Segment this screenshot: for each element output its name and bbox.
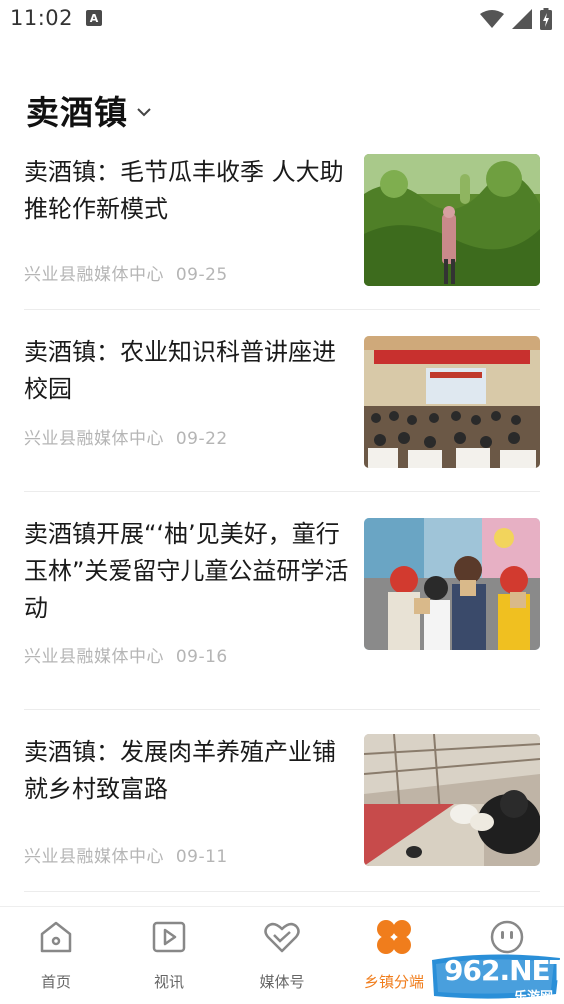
news-item[interactable]: 卖酒镇：农业知识科普讲座进校园 兴业县融媒体中心 09-22	[0, 310, 564, 492]
nav-home[interactable]: 首页	[6, 917, 106, 997]
status-time: 11:02	[10, 6, 74, 30]
nav-label: 媒体号	[259, 973, 305, 991]
battery-icon	[540, 8, 552, 30]
nav-label: 首页	[40, 973, 71, 991]
news-title: 卖酒镇：发展肉羊养殖产业铺就乡村致富路	[24, 738, 336, 803]
watermark-sub: 乐游网	[514, 990, 554, 1004]
status-bar: 11:02 A	[0, 0, 564, 40]
wifi-icon	[480, 10, 504, 28]
news-title: 卖酒镇：毛节瓜丰收季 人大助推轮作新模式	[24, 158, 344, 223]
news-date: 09-16	[175, 647, 228, 667]
news-date: 09-11	[175, 847, 228, 867]
news-source: 兴业县融媒体中心	[24, 647, 164, 667]
news-thumbnail	[364, 518, 540, 650]
news-date: 09-25	[175, 265, 228, 285]
nav-media[interactable]: 媒体号	[232, 917, 332, 997]
video-icon	[149, 917, 189, 957]
news-thumbnail	[364, 734, 540, 866]
home-icon	[36, 917, 76, 957]
divider	[24, 891, 540, 892]
nav-label: 视讯	[153, 973, 184, 991]
page-title: 卖酒镇	[26, 93, 128, 132]
news-source: 兴业县融媒体中心	[24, 847, 164, 867]
news-item[interactable]: 卖酒镇：发展肉羊养殖产业铺就乡村致富路 兴业县融媒体中心 09-11	[0, 710, 564, 892]
notification-icon: A	[86, 10, 102, 26]
news-meta-row: 兴业县融媒体中心 09-11	[24, 842, 228, 867]
news-thumbnail	[364, 154, 540, 286]
watermark-text: 962.NET	[444, 954, 564, 987]
watermark: 962.NET 乐游网	[428, 950, 564, 1004]
news-title: 卖酒镇：农业知识科普讲座进校园	[24, 338, 336, 403]
nav-video[interactable]: 视讯	[119, 917, 219, 997]
clover-icon	[374, 917, 414, 957]
news-source: 兴业县融媒体中心	[24, 429, 164, 449]
news-thumbnail	[364, 336, 540, 468]
town-selector[interactable]: 卖酒镇	[26, 86, 152, 134]
news-item[interactable]: 卖酒镇开展“‘柚’见美好，童行玉林”关爱留守儿童公益研学活动 兴业县融媒体中心 …	[0, 492, 564, 710]
news-meta-row: 兴业县融媒体中心 09-16	[24, 642, 228, 667]
news-source: 兴业县融媒体中心	[24, 265, 164, 285]
chevron-down-icon	[137, 108, 151, 117]
news-meta: 兴业县融媒体中心 09-25	[24, 260, 228, 285]
signal-icon	[512, 9, 532, 29]
news-meta-row: 兴业县融媒体中心 09-22	[24, 424, 228, 449]
news-item[interactable]: 卖酒镇：毛节瓜丰收季 人大助推轮作新模式 兴业县融媒体中心 09-25	[0, 150, 564, 310]
nav-label: 乡镇分端	[363, 973, 424, 991]
news-title: 卖酒镇开展“‘柚’见美好，童行玉林”关爱留守儿童公益研学活动	[24, 520, 349, 622]
heart-icon	[262, 917, 302, 957]
news-date: 09-22	[175, 429, 228, 449]
news-list: 卖酒镇：毛节瓜丰收季 人大助推轮作新模式 兴业县融媒体中心 09-25 卖酒镇：…	[0, 150, 564, 892]
